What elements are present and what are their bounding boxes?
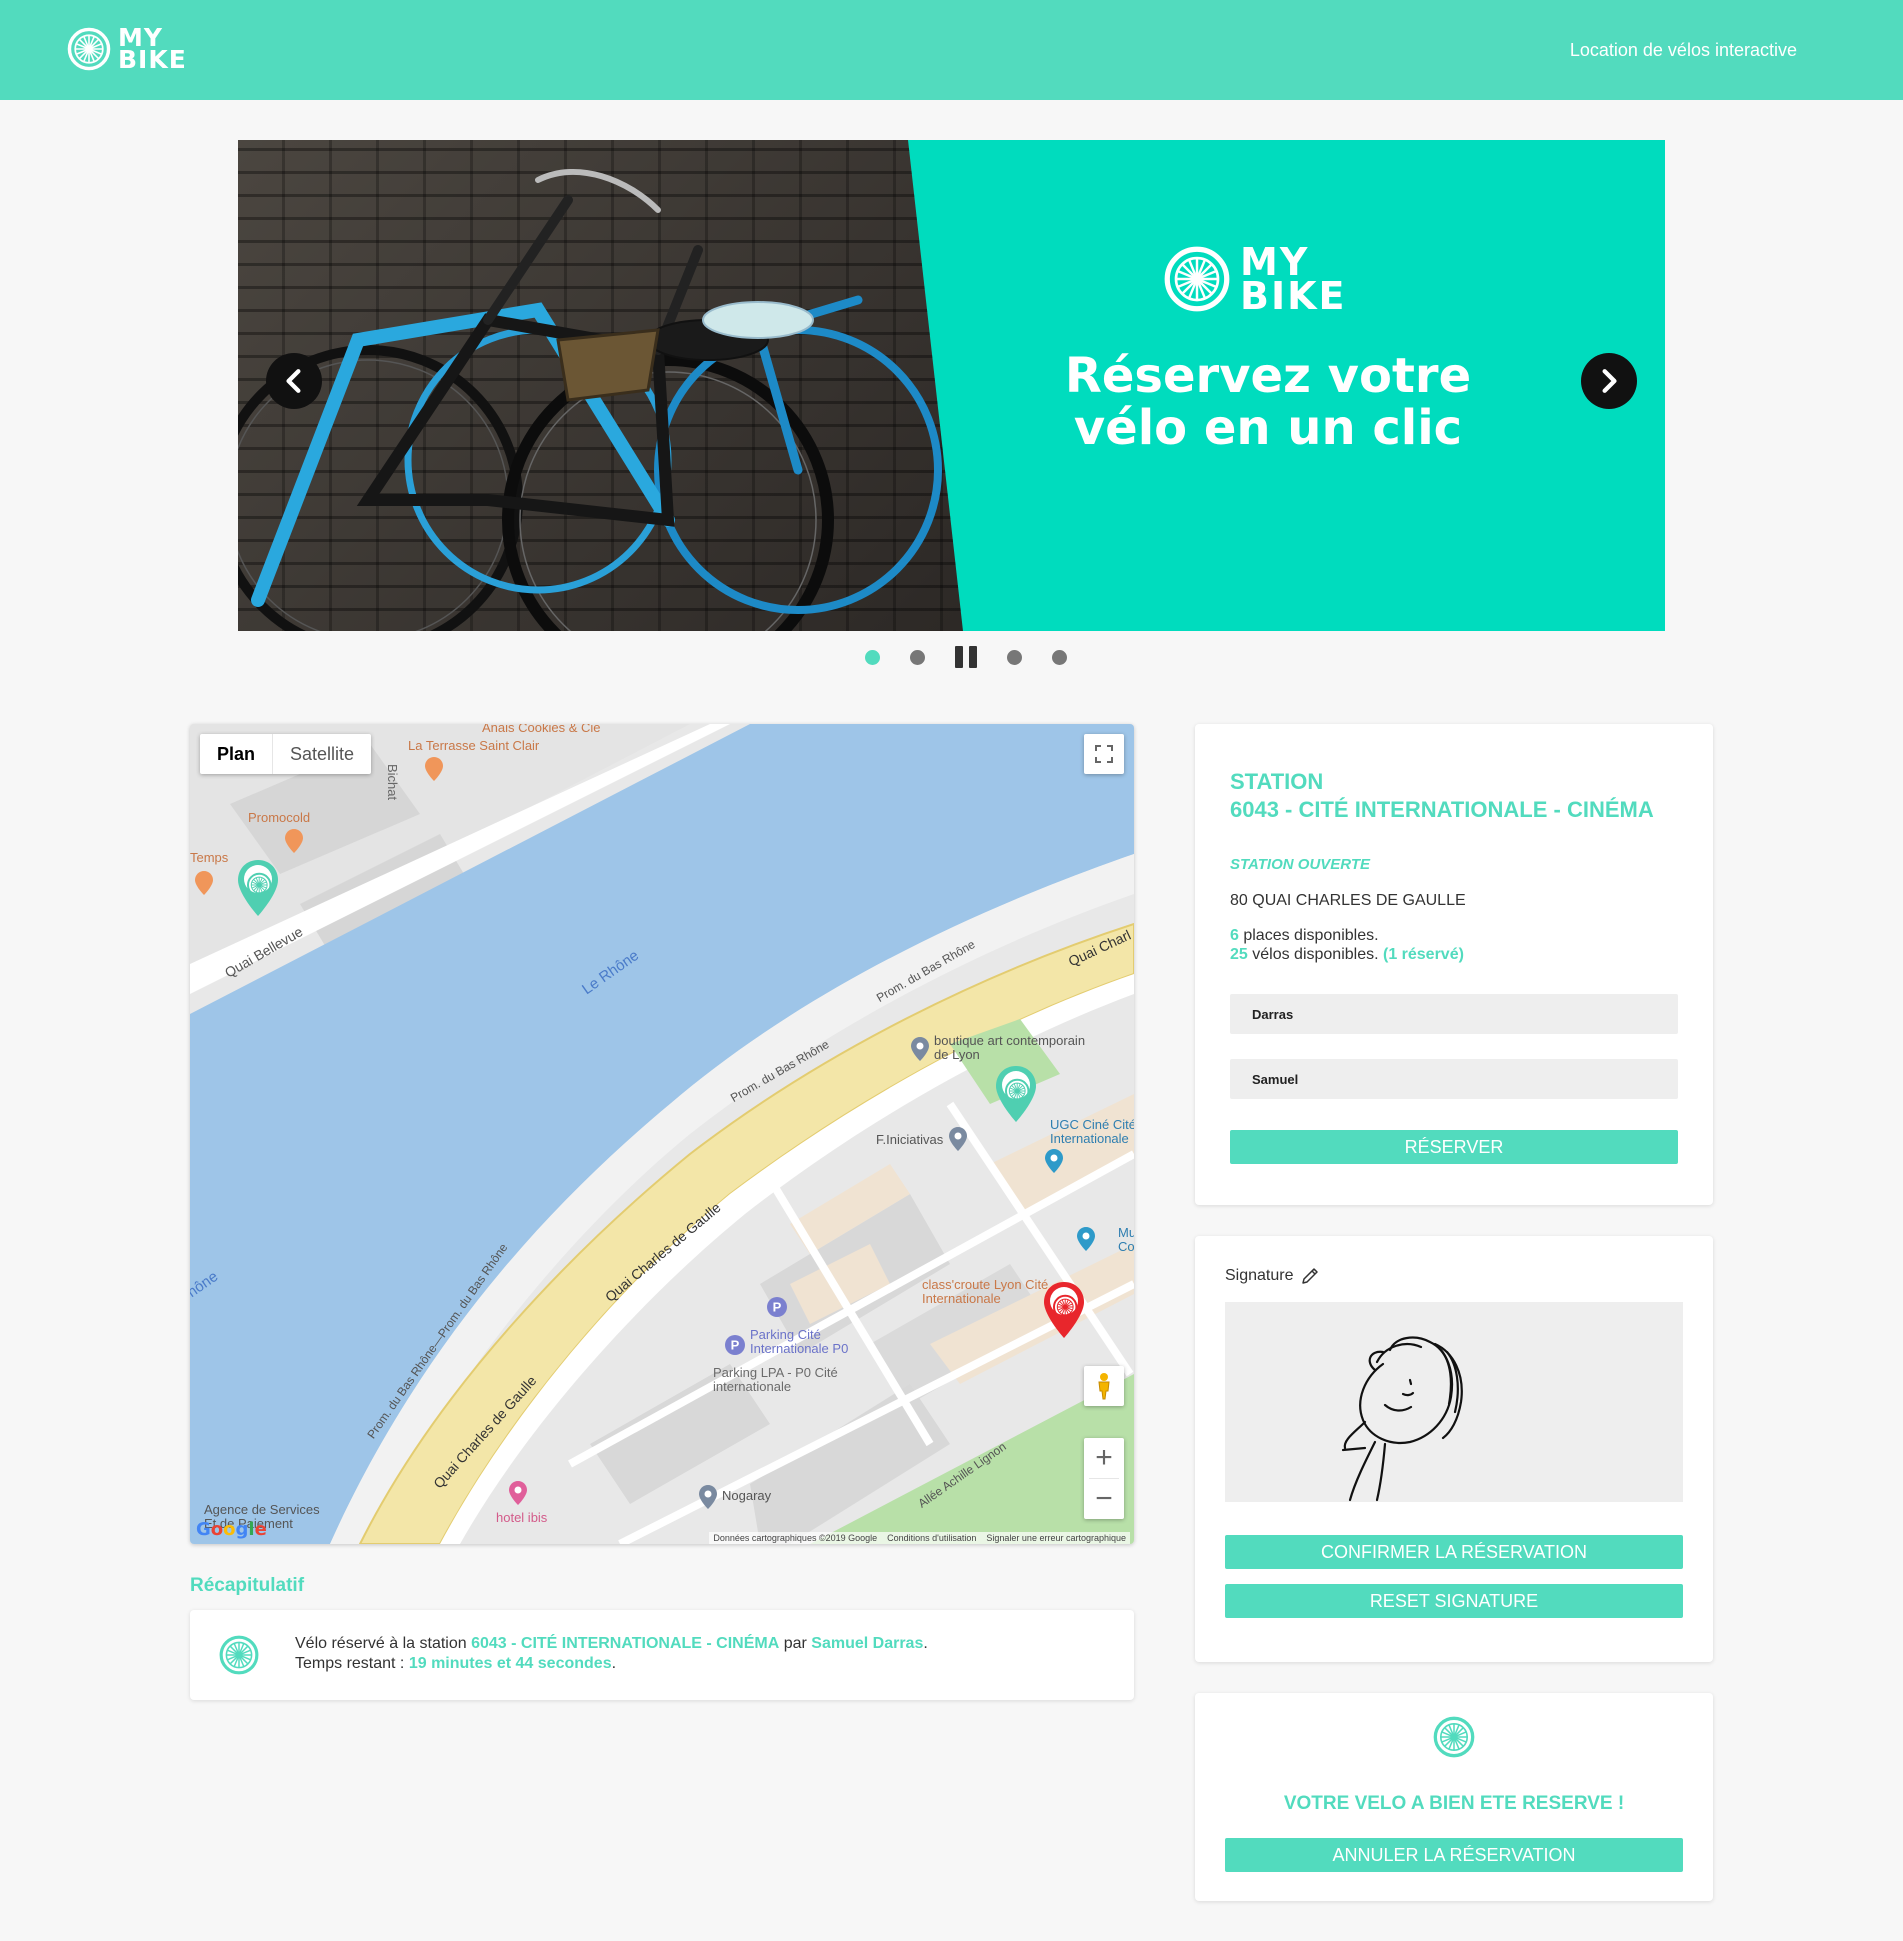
- slider-pause-button[interactable]: [955, 646, 977, 668]
- map-label-parking-p0: Parking Cité Internationale P0: [750, 1327, 849, 1356]
- map-data-credit: Données cartographiques ©2019 Google: [713, 1533, 878, 1543]
- fullscreen-icon: [1095, 745, 1113, 763]
- reset-signature-button[interactable]: RESET SIGNATURE: [1225, 1584, 1683, 1618]
- signature-canvas[interactable]: [1225, 1302, 1683, 1502]
- hero-slider: MY BIKE Réservez votre vélo en un clic: [238, 140, 1665, 631]
- promo-logo: MY BIKE: [1162, 240, 1347, 318]
- pencil-icon: [1301, 1268, 1318, 1284]
- slider-dot-3[interactable]: [1007, 649, 1022, 665]
- map-label-hotel: hotel ibis: [496, 1510, 548, 1525]
- map-label-classcroute: class'croute Lyon Cité Internationale: [922, 1277, 1049, 1306]
- hotel-poi-icon[interactable]: [508, 1480, 528, 1506]
- recap-station: 6043 - CITÉ INTERNATIONALE - CINÉMA: [471, 1635, 780, 1652]
- map-label-bichat: Bichat: [385, 764, 400, 801]
- place-poi-icon[interactable]: [698, 1484, 718, 1510]
- confirmation-panel: VOTRE VELO A BIEN ETE RESERVE ! ANNULER …: [1195, 1693, 1713, 1901]
- station-marker[interactable]: [994, 1064, 1038, 1124]
- pause-icon: [955, 646, 963, 668]
- map-report-link[interactable]: Signaler une erreur cartographique: [986, 1533, 1126, 1543]
- map-attribution: Données cartographiques ©2019 Google Con…: [709, 1532, 1130, 1544]
- chevron-right-icon: [1602, 369, 1617, 393]
- bikes-count: 25: [1230, 946, 1248, 963]
- slide-headline: Réservez votre vélo en un clic: [1064, 348, 1472, 456]
- first-name-input[interactable]: [1230, 1059, 1678, 1099]
- promo-logo-text: MY BIKE: [1240, 240, 1347, 318]
- map-label-iniciativas: F.Iniciativas: [876, 1132, 944, 1147]
- map-canvas[interactable]: Bichat: [190, 724, 1134, 1544]
- station-marker[interactable]: [236, 858, 280, 918]
- slider-dot-2[interactable]: [910, 649, 925, 665]
- place-poi-icon[interactable]: [948, 1126, 968, 1152]
- bike-wheel-icon: [66, 26, 112, 72]
- restaurant-poi-icon[interactable]: [284, 828, 304, 854]
- chevron-left-icon: [286, 369, 301, 393]
- map-label-cookies: Anais Cookies & Cie: [482, 724, 601, 735]
- map-label-nogaray: Nogaray: [722, 1488, 772, 1503]
- zoom-in-button[interactable]: +: [1084, 1438, 1124, 1478]
- reserve-button[interactable]: RÉSERVER: [1230, 1130, 1678, 1164]
- station-panel: STATION 6043 - CITÉ INTERNATIONALE - CIN…: [1195, 724, 1713, 1205]
- slider-prev-button[interactable]: [266, 353, 322, 409]
- map-type-control: Plan Satellite: [200, 734, 372, 774]
- map-label-mu: Mu Co: [1118, 1225, 1134, 1254]
- cancel-reservation-button[interactable]: ANNULER LA RÉSERVATION: [1225, 1838, 1683, 1872]
- station-marker-selected[interactable]: [1042, 1280, 1086, 1340]
- place-poi-icon[interactable]: [910, 1036, 930, 1062]
- last-name-input[interactable]: [1230, 994, 1678, 1034]
- places-count: 6: [1230, 927, 1239, 944]
- stations-map[interactable]: Bichat Anais Cookies & Cie La Terrasse S…: [190, 724, 1134, 1544]
- recap-card: Vélo réservé à la station 6043 - CITÉ IN…: [190, 1610, 1134, 1700]
- slider-next-button[interactable]: [1581, 353, 1637, 409]
- recap-text: Vélo réservé à la station 6043 - CITÉ IN…: [295, 1635, 928, 1672]
- station-availability: 6 places disponibles. 25 vélos disponibl…: [1230, 927, 1464, 963]
- svg-text:P: P: [731, 1338, 740, 1353]
- confirm-reservation-button[interactable]: CONFIRMER LA RÉSERVATION: [1225, 1535, 1683, 1569]
- slider-dot-1[interactable]: [865, 649, 880, 665]
- map-label-temps: Temps: [190, 850, 229, 865]
- slider-dot-4[interactable]: [1052, 649, 1067, 665]
- recap-user: Samuel Darras: [811, 1635, 924, 1652]
- map-label-ugc: UGC Ciné Cité Internationale: [1050, 1117, 1134, 1146]
- site-header: MY BIKE Location de vélos interactive: [0, 0, 1903, 100]
- slider-pagination: [850, 646, 1082, 668]
- street-view-button[interactable]: [1084, 1366, 1124, 1406]
- recap-timer: 19 minutes et 44 secondes: [408, 1655, 612, 1672]
- pegman-icon: [1098, 1373, 1110, 1400]
- map-type-satellite[interactable]: Satellite: [272, 734, 371, 774]
- recap-title: Récapitulatif: [190, 1575, 305, 1596]
- signature-drawing: [1341, 1336, 1463, 1502]
- site-logo[interactable]: MY BIKE: [66, 23, 187, 74]
- signature-label: Signature: [1225, 1266, 1320, 1286]
- station-title: STATION 6043 - CITÉ INTERNATIONALE - CIN…: [1230, 769, 1654, 822]
- google-logo[interactable]: Google: [196, 1519, 267, 1540]
- bike-wheel-icon: [1162, 244, 1232, 314]
- zoom-control: + −: [1084, 1438, 1124, 1519]
- map-label-boutique: boutique art contemporain de Lyon: [934, 1033, 1086, 1062]
- bike-wheel-icon: [1432, 1715, 1476, 1759]
- zoom-out-button[interactable]: −: [1084, 1479, 1124, 1519]
- reserved-count: (1 réservé): [1382, 946, 1464, 963]
- map-label-promocold: Promocold: [248, 810, 311, 825]
- confirmation-message: VOTRE VELO A BIEN ETE RESERVE !: [1283, 1793, 1625, 1814]
- map-terms-link[interactable]: Conditions d'utilisation: [887, 1533, 976, 1543]
- parking-poi-icon[interactable]: P: [724, 1334, 746, 1356]
- map-type-plan[interactable]: Plan: [200, 734, 272, 774]
- svg-text:P: P: [773, 1300, 782, 1315]
- station-address: 80 QUAI CHARLES DE GAULLE: [1230, 892, 1466, 909]
- bike-wheel-icon: [218, 1634, 260, 1676]
- station-status: STATION OUVERTE: [1230, 856, 1371, 873]
- map-label-terrasse: La Terrasse Saint Clair: [408, 738, 540, 753]
- site-tagline: Location de vélos interactive: [1569, 40, 1797, 60]
- museum-poi-icon[interactable]: [1076, 1226, 1096, 1252]
- signature-panel: Signature CONFIRMER LA RÉSERVATION RESET: [1195, 1236, 1713, 1662]
- parking-poi-icon[interactable]: P: [766, 1296, 788, 1318]
- map-label-parking-lpa: Parking LPA - P0 Cité internationale: [713, 1365, 838, 1394]
- logo-text: MY BIKE: [118, 23, 187, 74]
- map-fullscreen-button[interactable]: [1084, 734, 1124, 774]
- cinema-poi-icon[interactable]: [1044, 1148, 1064, 1174]
- restaurant-poi-icon[interactable]: [194, 870, 214, 896]
- restaurant-poi-icon[interactable]: [424, 756, 444, 782]
